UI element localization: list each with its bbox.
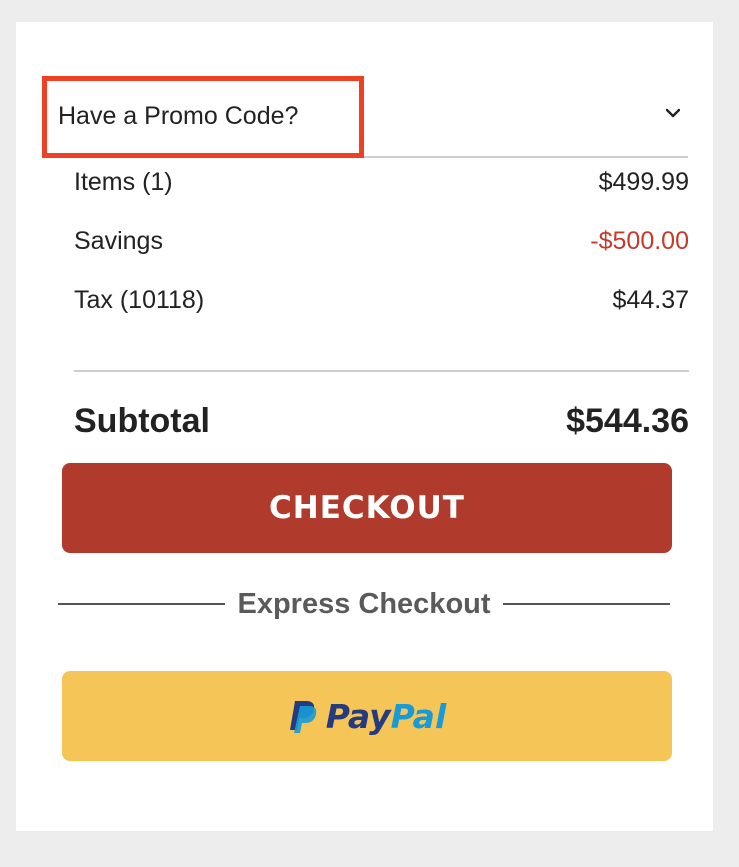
subtotal-row: Subtotal $544.36: [74, 402, 689, 446]
savings-value: -$500.00: [590, 227, 689, 255]
divider-line-right: [502, 603, 671, 605]
items-row: Items (1) $499.99: [74, 168, 689, 200]
promo-code-label: Have a Promo Code?: [58, 102, 299, 130]
tax-value: $44.37: [612, 286, 689, 314]
paypal-wordmark-pal: Pal: [390, 696, 447, 736]
promo-code-toggle[interactable]: Have a Promo Code?: [42, 76, 688, 158]
tax-label: Tax (10118): [74, 286, 205, 314]
checkout-button[interactable]: CHECKOUT: [62, 463, 672, 553]
items-label: Items (1): [74, 168, 173, 196]
subtotal-value: $544.36: [566, 402, 689, 440]
express-checkout-divider: Express Checkout: [58, 584, 671, 624]
items-value: $499.99: [598, 168, 689, 196]
chevron-down-icon[interactable]: [666, 106, 680, 120]
savings-row: Savings -$500.00: [74, 227, 689, 259]
savings-label: Savings: [74, 227, 163, 255]
paypal-logo: PayPal: [288, 697, 447, 736]
subtotal-label: Subtotal: [74, 402, 210, 440]
express-checkout-label: Express Checkout: [237, 587, 491, 620]
divider-line-left: [58, 603, 226, 605]
paypal-icon: [289, 701, 316, 733]
paypal-wordmark: PayPal: [326, 697, 447, 736]
summary-divider: [74, 370, 689, 372]
paypal-wordmark-pay: Pay: [325, 696, 391, 736]
tax-row: Tax (10118) $44.37: [74, 286, 689, 318]
paypal-button[interactable]: PayPal: [62, 671, 672, 761]
